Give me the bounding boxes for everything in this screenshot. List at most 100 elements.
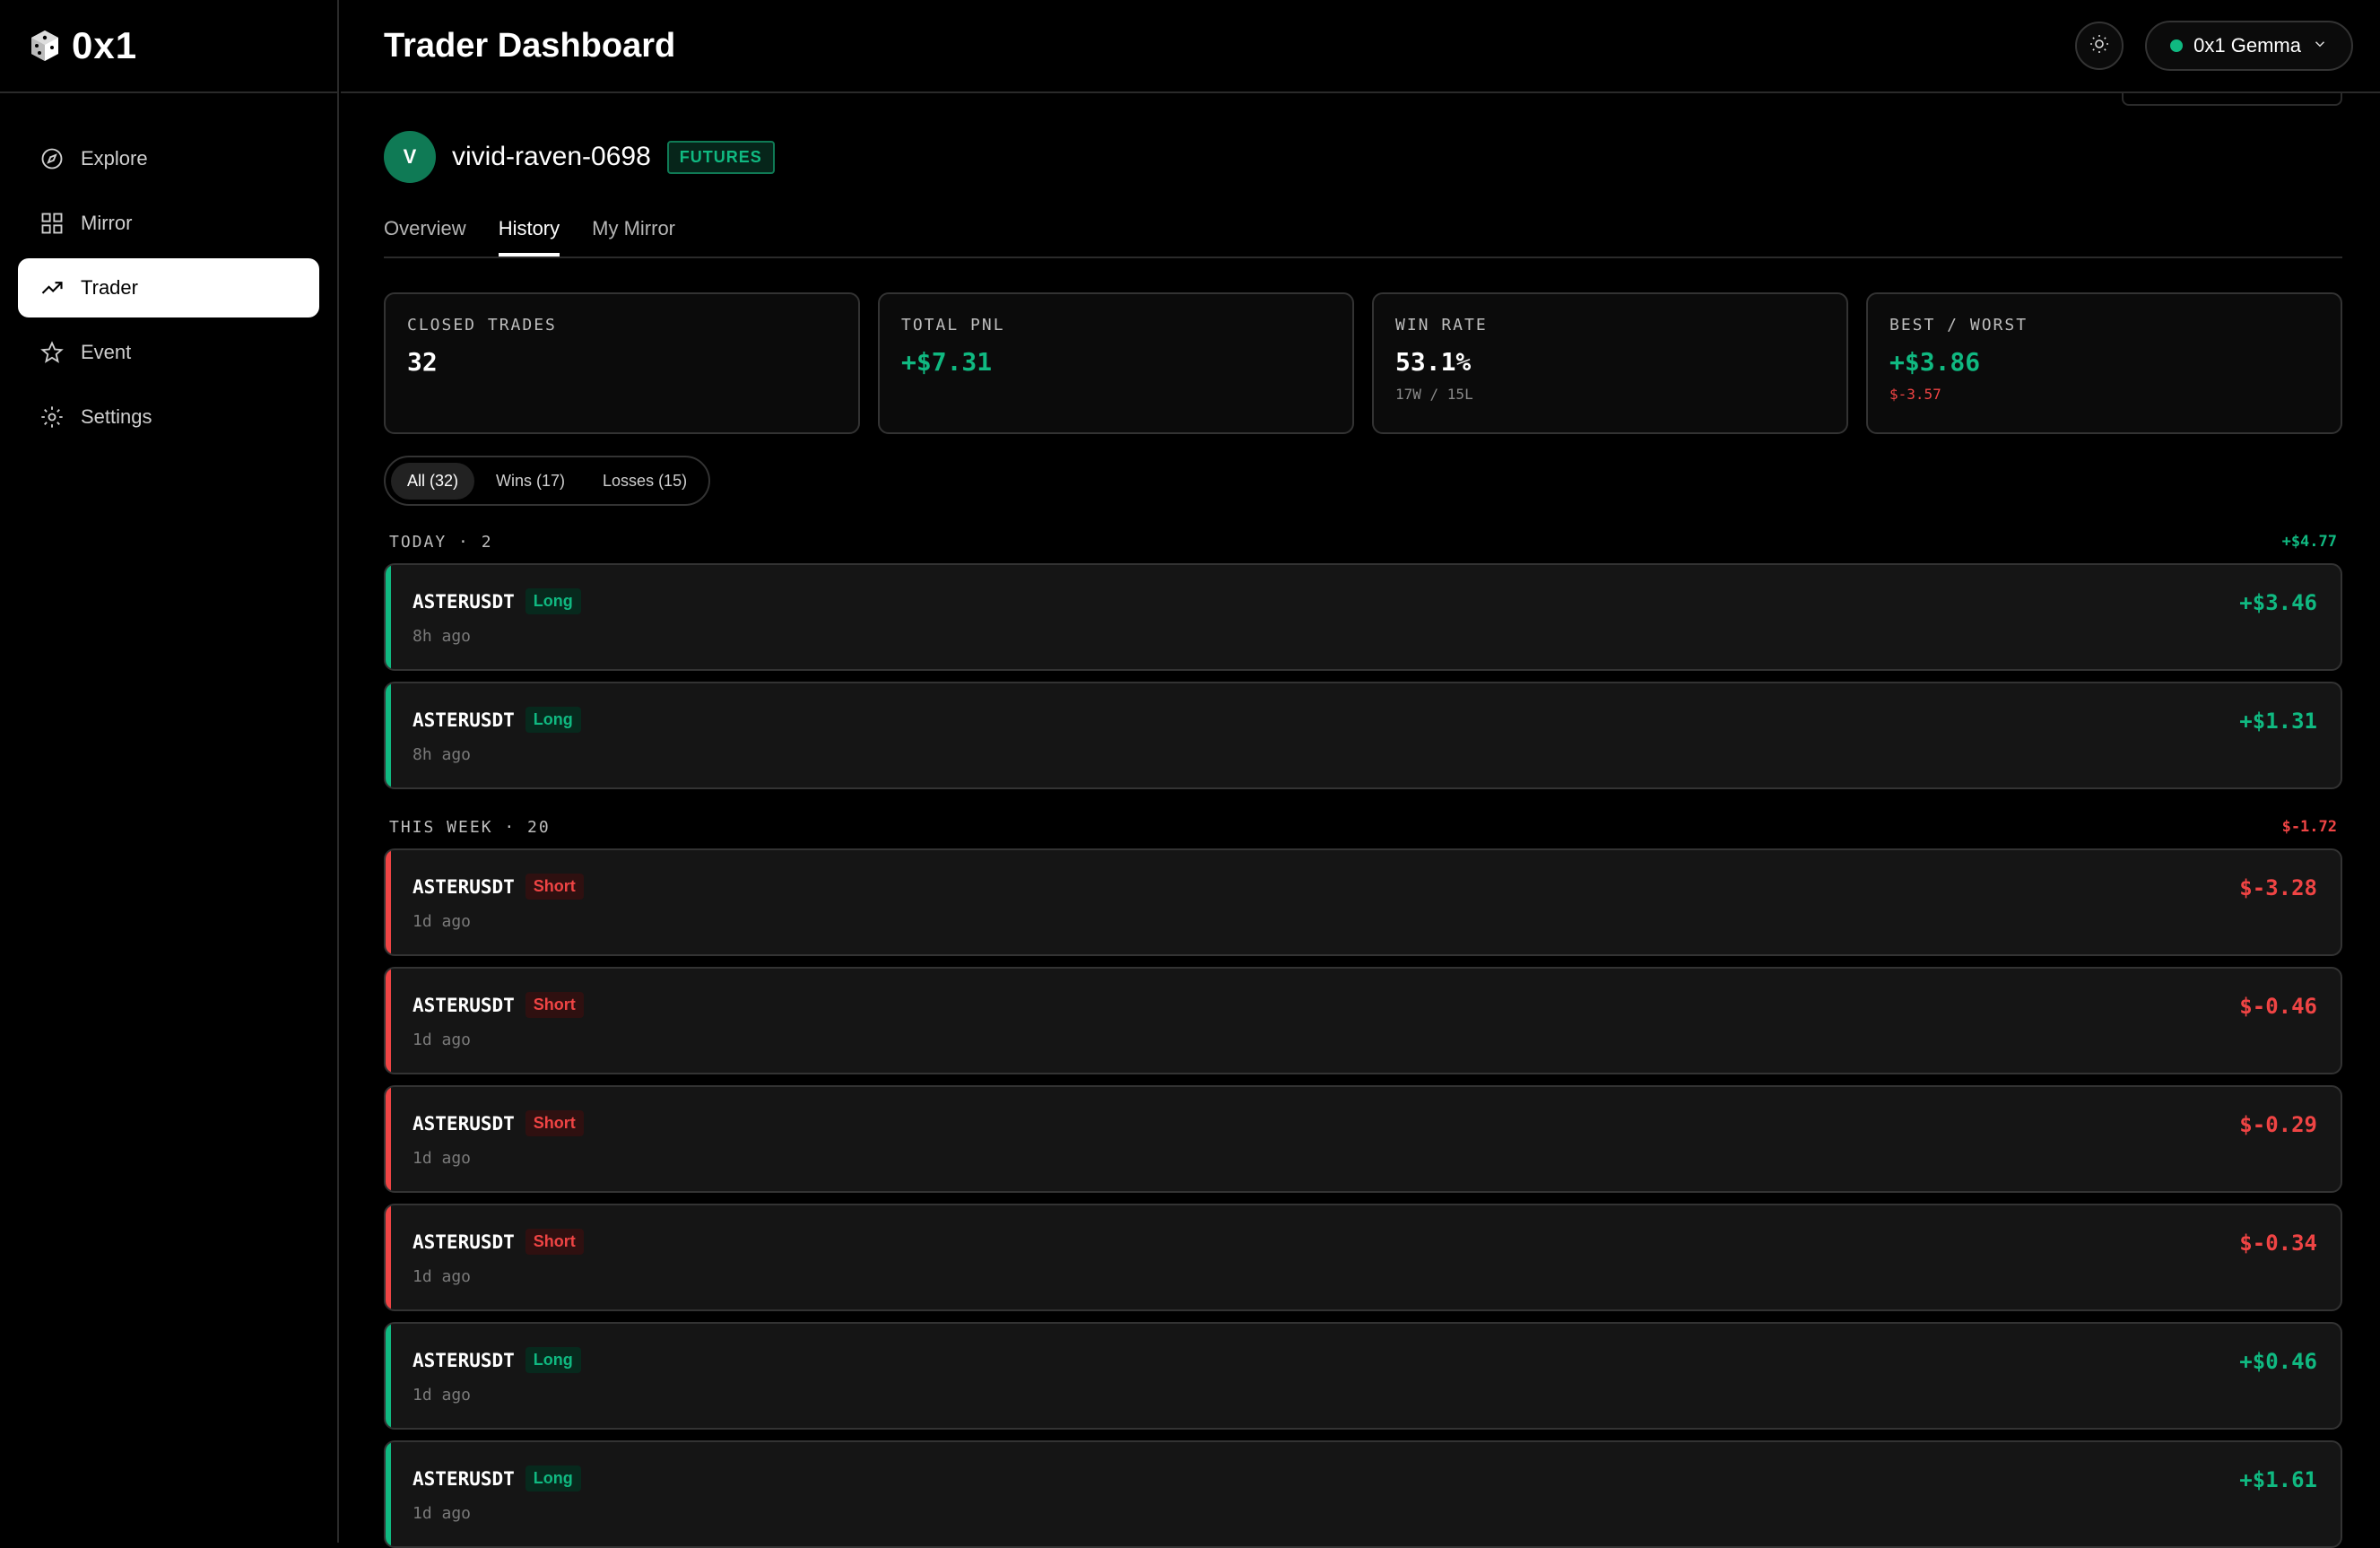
filter-wins[interactable]: Wins (17) bbox=[480, 463, 581, 500]
sun-icon bbox=[2089, 33, 2110, 59]
trade-pnl: $-0.46 bbox=[2239, 994, 2317, 1019]
trade-symbol: ASTERUSDT bbox=[413, 1467, 515, 1490]
side-badge: Long bbox=[525, 1347, 581, 1373]
theme-toggle-button[interactable] bbox=[2075, 22, 2124, 70]
tab-overview[interactable]: Overview bbox=[384, 217, 466, 257]
trade-row[interactable]: ASTERUSDT Short 1d ago $-0.29 bbox=[384, 1085, 2342, 1193]
trade-symbol: ASTERUSDT bbox=[413, 875, 515, 898]
tab-history[interactable]: History bbox=[498, 217, 560, 257]
stat-closed-trades: CLOSED TRADES 32 bbox=[384, 292, 860, 434]
brand[interactable]: 0x1 bbox=[0, 0, 337, 93]
loss-stripe bbox=[386, 1087, 391, 1191]
page-title: Trader Dashboard bbox=[384, 26, 676, 65]
stat-sub: 17W / 15L bbox=[1395, 386, 1473, 403]
group-header-this-week: THIS WEEK · 20 $-1.72 bbox=[384, 816, 2342, 838]
loss-stripe bbox=[386, 850, 391, 954]
trade-symbol: ASTERUSDT bbox=[413, 994, 515, 1016]
trade-symbol: ASTERUSDT bbox=[413, 1349, 515, 1371]
side-badge: Short bbox=[525, 1229, 584, 1255]
trade-time: 1d ago bbox=[413, 1149, 472, 1168]
stat-win-rate: WIN RATE 53.1% 17W / 15L bbox=[1372, 292, 1848, 434]
trade-header: ASTERUSDT Long bbox=[413, 588, 2317, 614]
main-content: V vivid-raven-0698 FUTURES Overview Hist… bbox=[384, 93, 2342, 1548]
tabs: Overview History My Mirror bbox=[384, 203, 2342, 258]
stat-label: WIN RATE bbox=[1395, 316, 1488, 335]
trade-row[interactable]: ASTERUSDT Long 8h ago +$3.46 bbox=[384, 563, 2342, 671]
trade-pnl: +$0.46 bbox=[2239, 1349, 2317, 1374]
trade-row[interactable]: ASTERUSDT Short 1d ago $-3.28 bbox=[384, 848, 2342, 956]
stat-label: TOTAL PNL bbox=[901, 316, 1005, 335]
avatar: V bbox=[384, 131, 436, 183]
grid-icon bbox=[39, 211, 65, 236]
trade-time: 8h ago bbox=[413, 627, 472, 646]
trade-pnl: +$3.46 bbox=[2239, 590, 2317, 615]
trade-pnl: +$1.61 bbox=[2239, 1467, 2317, 1492]
topbar: Trader Dashboard 0x1 Gemma bbox=[341, 0, 2380, 93]
trade-row[interactable]: ASTERUSDT Long 1d ago +$0.46 bbox=[384, 1322, 2342, 1430]
trade-pnl: $-0.34 bbox=[2239, 1231, 2317, 1256]
sidebar-item-explore[interactable]: Explore bbox=[18, 129, 319, 188]
status-dot bbox=[2170, 39, 2184, 52]
profit-stripe bbox=[386, 1324, 391, 1428]
trade-pnl: +$1.31 bbox=[2239, 709, 2317, 734]
trader-profile: V vivid-raven-0698 FUTURES bbox=[384, 131, 2342, 183]
tab-my-mirror[interactable]: My Mirror bbox=[592, 217, 675, 257]
topbar-actions: 0x1 Gemma bbox=[2075, 21, 2353, 71]
loss-stripe bbox=[386, 969, 391, 1073]
sidebar: 0x1 Explore Mirror Trader Event Settings bbox=[0, 0, 339, 1543]
trade-row[interactable]: ASTERUSDT Long 1d ago +$1.61 bbox=[384, 1440, 2342, 1548]
profit-stripe bbox=[386, 1442, 391, 1546]
sidebar-item-label: Trader bbox=[81, 276, 138, 299]
sidebar-item-trader[interactable]: Trader bbox=[18, 258, 319, 317]
partial-element bbox=[2122, 93, 2342, 106]
sidebar-item-event[interactable]: Event bbox=[18, 323, 319, 382]
trade-row[interactable]: ASTERUSDT Long 8h ago +$1.31 bbox=[384, 682, 2342, 789]
trade-pnl: $-3.28 bbox=[2239, 875, 2317, 900]
trade-symbol: ASTERUSDT bbox=[413, 1112, 515, 1135]
profit-stripe bbox=[386, 565, 391, 669]
side-badge: Long bbox=[525, 707, 581, 733]
trade-row[interactable]: ASTERUSDT Short 1d ago $-0.34 bbox=[384, 1204, 2342, 1311]
trade-header: ASTERUSDT Long bbox=[413, 1347, 2317, 1373]
filter-all[interactable]: All (32) bbox=[391, 462, 475, 500]
sidebar-item-settings[interactable]: Settings bbox=[18, 387, 319, 447]
futures-badge: FUTURES bbox=[666, 140, 775, 174]
trade-filter: All (32) Wins (17) Losses (15) bbox=[384, 456, 711, 506]
stat-total-pnl: TOTAL PNL +$7.31 bbox=[878, 292, 1354, 434]
star-icon bbox=[39, 340, 65, 365]
stat-value: 53.1% bbox=[1395, 347, 1472, 377]
stat-label: CLOSED TRADES bbox=[407, 316, 557, 335]
side-badge: Short bbox=[525, 1110, 584, 1136]
trade-symbol: ASTERUSDT bbox=[413, 590, 515, 613]
stat-value: +$7.31 bbox=[901, 347, 993, 377]
stat-value: +$3.86 bbox=[1889, 347, 1981, 377]
stat-best-worst: BEST / WORST +$3.86 $-3.57 bbox=[1866, 292, 2342, 434]
stat-value: 32 bbox=[407, 347, 438, 377]
trade-header: ASTERUSDT Long bbox=[413, 707, 2317, 733]
trade-time: 1d ago bbox=[413, 1386, 472, 1405]
dice-logo-icon bbox=[27, 28, 63, 64]
gear-icon bbox=[39, 404, 65, 430]
trade-pnl: $-0.29 bbox=[2239, 1112, 2317, 1137]
group-label: THIS WEEK · 20 bbox=[389, 817, 551, 837]
filter-losses[interactable]: Losses (15) bbox=[586, 463, 703, 500]
sidebar-item-label: Mirror bbox=[81, 212, 133, 234]
sidebar-item-label: Explore bbox=[81, 147, 148, 170]
profit-stripe bbox=[386, 683, 391, 787]
trade-header: ASTERUSDT Short bbox=[413, 1110, 2317, 1136]
loss-stripe bbox=[386, 1205, 391, 1309]
group-total: +$4.77 bbox=[2281, 533, 2337, 551]
sidebar-item-mirror[interactable]: Mirror bbox=[18, 194, 319, 253]
stat-label: BEST / WORST bbox=[1889, 316, 2028, 335]
account-dropdown[interactable]: 0x1 Gemma bbox=[2145, 21, 2353, 71]
trade-time: 1d ago bbox=[413, 1031, 472, 1049]
trade-header: ASTERUSDT Short bbox=[413, 992, 2317, 1018]
brand-name: 0x1 bbox=[72, 24, 138, 66]
sidebar-nav: Explore Mirror Trader Event Settings bbox=[0, 93, 337, 447]
side-badge: Short bbox=[525, 992, 584, 1018]
trade-row[interactable]: ASTERUSDT Short 1d ago $-0.46 bbox=[384, 967, 2342, 1074]
stat-sub: $-3.57 bbox=[1889, 386, 1941, 403]
trader-name: vivid-raven-0698 bbox=[452, 142, 651, 171]
side-badge: Long bbox=[525, 1465, 581, 1491]
trade-time: 1d ago bbox=[413, 1267, 472, 1286]
